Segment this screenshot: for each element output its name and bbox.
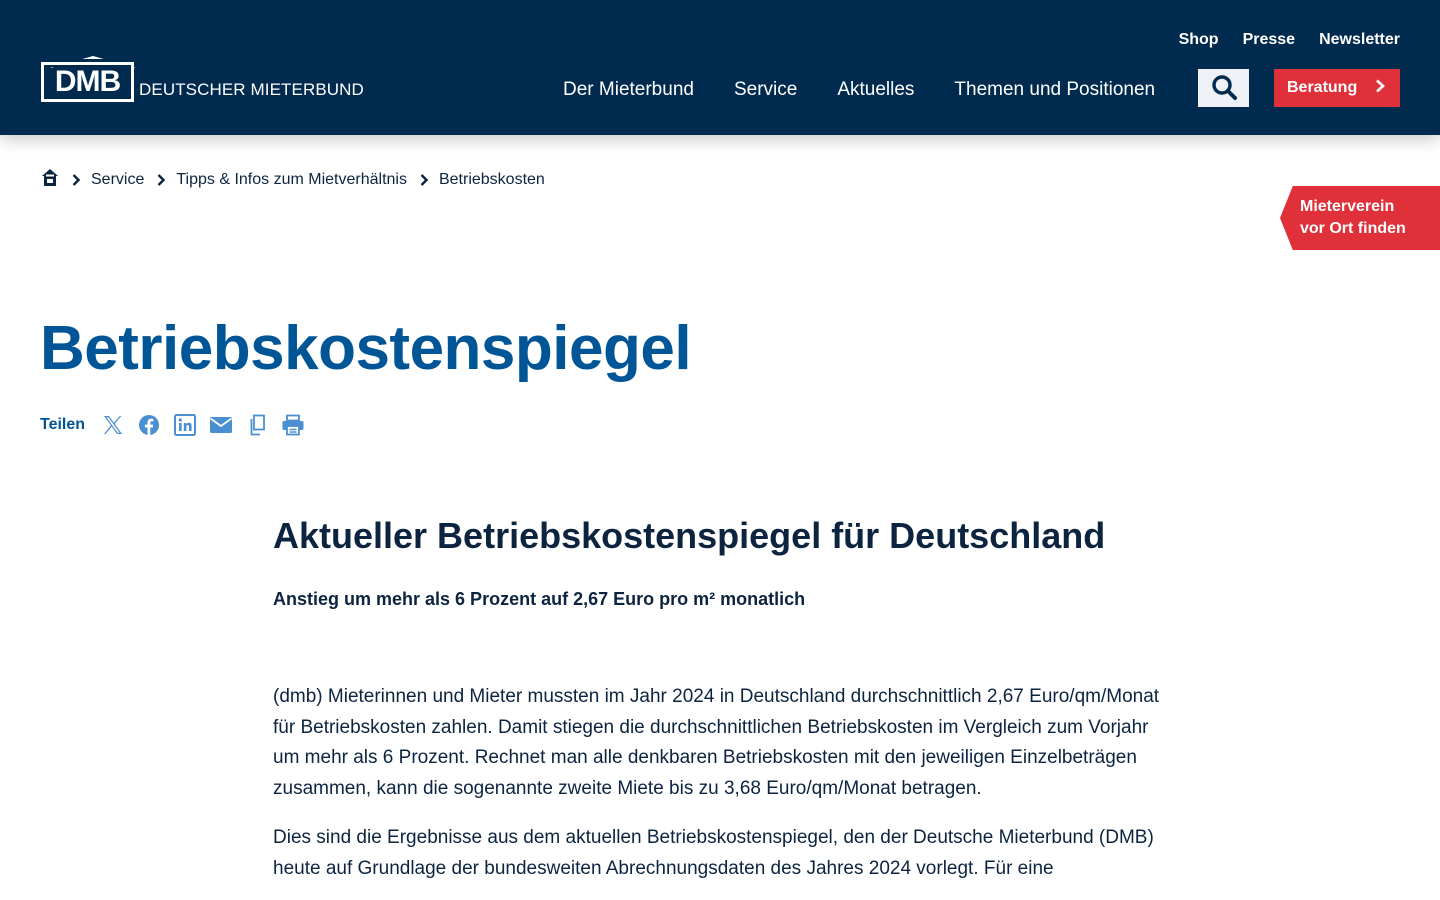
print-icon[interactable] bbox=[279, 411, 307, 439]
linkedin-icon[interactable] bbox=[171, 411, 199, 439]
chevron-right-icon bbox=[157, 174, 166, 186]
search-button[interactable] bbox=[1198, 69, 1249, 107]
top-nav: Shop Presse Newsletter bbox=[1179, 31, 1400, 49]
x-twitter-icon[interactable] bbox=[99, 411, 127, 439]
beratung-label: Beratung bbox=[1287, 79, 1358, 96]
home-icon bbox=[41, 168, 59, 192]
top-link-shop[interactable]: Shop bbox=[1179, 31, 1219, 49]
page-title: Betriebskostenspiegel bbox=[40, 314, 692, 383]
breadcrumb-tipps-infos[interactable]: Tipps & Infos zum Mietverhältnis bbox=[176, 171, 407, 189]
nav-themen-und-positionen[interactable]: Themen und Positionen bbox=[954, 79, 1155, 101]
share-label: Teilen bbox=[40, 416, 86, 433]
tab-line-1: Mieterverein bbox=[1300, 198, 1395, 215]
tab-line-2: vor Ort finden bbox=[1300, 220, 1406, 237]
mail-icon[interactable] bbox=[207, 411, 235, 439]
top-link-presse[interactable]: Presse bbox=[1243, 31, 1296, 49]
facebook-icon[interactable] bbox=[135, 411, 163, 439]
site-header: DMB DEUTSCHER MIETERBUND Shop Presse New… bbox=[0, 0, 1440, 135]
search-icon bbox=[1211, 74, 1237, 103]
logo-mark: DMB bbox=[41, 62, 134, 102]
nav-der-mieterbund[interactable]: Der Mieterbund bbox=[563, 79, 694, 101]
article-paragraph: Dies sind die Ergebnisse aus dem aktuell… bbox=[273, 827, 1154, 879]
breadcrumb-home[interactable] bbox=[41, 168, 59, 192]
share-bar: Teilen bbox=[40, 411, 315, 439]
copy-icon[interactable] bbox=[243, 411, 271, 439]
chevron-right-icon bbox=[72, 174, 80, 186]
main-nav: Der Mieterbund Service Aktuelles Themen … bbox=[563, 79, 1155, 101]
chevron-right-icon bbox=[420, 174, 428, 186]
breadcrumb-current: Betriebskosten bbox=[438, 171, 545, 188]
nav-aktuelles[interactable]: Aktuelles bbox=[837, 79, 914, 101]
breadcrumb: Service Tipps & Infos zum Mietverhältnis… bbox=[41, 169, 545, 191]
article: Aktueller Betriebskostenspiegel für Deut… bbox=[273, 512, 1173, 884]
article-paragraph: (dmb) Mieterinnen und Mieter mussten im … bbox=[273, 686, 1160, 799]
beratung-button[interactable]: Beratung bbox=[1274, 69, 1400, 107]
logo-text: DEUTSCHER MIETERBUND bbox=[139, 80, 364, 99]
top-link-newsletter[interactable]: Newsletter bbox=[1319, 31, 1400, 49]
nav-service[interactable]: Service bbox=[734, 79, 797, 101]
article-heading: Aktueller Betriebskostenspiegel für Deut… bbox=[273, 515, 1106, 556]
article-lead: Anstieg um mehr als 6 Prozent auf 2,67 E… bbox=[273, 589, 806, 609]
breadcrumb-service[interactable]: Service bbox=[91, 171, 144, 189]
chevron-right-icon bbox=[1375, 79, 1386, 98]
mieterverein-finden-tab[interactable]: Mieterverein vor Ort finden bbox=[1280, 186, 1440, 250]
dmb-logo[interactable]: DMB DEUTSCHER MIETERBUND bbox=[41, 62, 364, 102]
